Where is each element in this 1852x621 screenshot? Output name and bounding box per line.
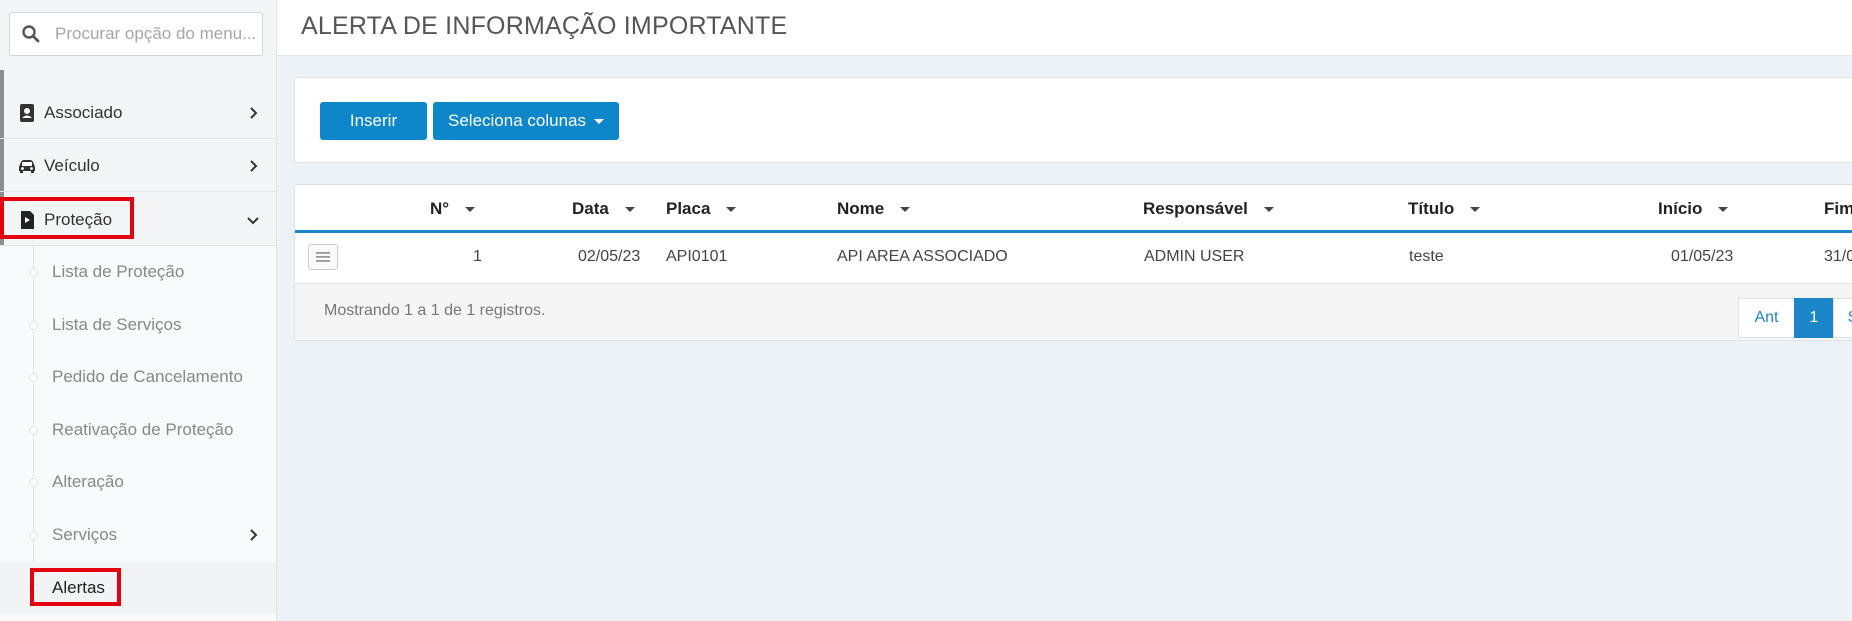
column-header-label: Nome <box>837 199 885 218</box>
tree-dot <box>29 425 38 435</box>
sidebar-item-label: Veículo <box>44 155 100 175</box>
toolbar-panel: Inserir Seleciona colunas <box>294 77 1852 163</box>
cell-nome: API AREA ASSOCIADO <box>837 248 1008 265</box>
caret-down-icon <box>593 118 604 124</box>
tree-dot <box>29 477 38 487</box>
sidebar-item-veiculo[interactable]: Veículo <box>0 140 276 192</box>
car-icon <box>19 159 35 173</box>
pagination-next[interactable]: S <box>1833 298 1852 338</box>
column-header-label: Responsável <box>1143 199 1248 218</box>
caret-down-icon <box>465 206 476 212</box>
column-header-label: Data <box>572 199 609 218</box>
chevron-down-icon <box>247 216 259 224</box>
column-header-nome[interactable]: Nome <box>837 199 911 219</box>
tree-dot <box>29 267 38 277</box>
submenu-item-lista-servicos[interactable]: Lista de Serviços <box>0 299 276 351</box>
cell-fim: 31/0 <box>1824 248 1852 265</box>
caret-down-icon <box>1263 206 1274 212</box>
submenu-item-label: Pedido de Cancelamento <box>52 367 243 386</box>
column-header-responsavel[interactable]: Responsável <box>1143 199 1274 219</box>
sidebar-item-label: Proteção <box>44 209 113 229</box>
column-header-label: Placa <box>666 199 711 218</box>
column-header-data[interactable]: Data <box>572 199 635 219</box>
search-icon <box>22 25 40 43</box>
submenu-item-label: Lista de Serviços <box>52 315 182 334</box>
search-input[interactable] <box>53 23 257 45</box>
insert-button[interactable]: Inserir <box>320 102 427 140</box>
column-header-titulo[interactable]: Título <box>1408 199 1481 219</box>
pagination-prev[interactable]: Ant <box>1738 298 1795 338</box>
pagination-page-1[interactable]: 1 <box>1794 298 1834 338</box>
sidebar-item-label: Associado <box>44 102 123 122</box>
table-panel: N° Data Placa Nome Responsável Título In… <box>294 184 1852 341</box>
cell-responsavel: ADMIN USER <box>1144 248 1245 265</box>
sidebar-item-protecao[interactable]: Proteção <box>0 194 276 246</box>
menu-search[interactable] <box>9 12 263 56</box>
cell-titulo: teste <box>1409 248 1444 265</box>
table-info: Mostrando 1 a 1 de 1 registros. <box>324 302 546 319</box>
table-header: N° Data Placa Nome Responsável Título In… <box>295 185 1852 233</box>
select-columns-label: Seleciona colunas <box>448 111 586 130</box>
table-row[interactable]: 1 02/05/23 API0101 API AREA ASSOCIADO AD… <box>295 233 1852 284</box>
tree-dot <box>29 583 38 593</box>
tree-dot <box>29 320 38 330</box>
tree-dot <box>29 530 38 540</box>
tree-dot <box>29 372 38 382</box>
sidebar: Associado Veículo Proteção <box>0 0 277 621</box>
caret-down-icon <box>624 206 635 212</box>
column-header-label: Título <box>1408 199 1455 218</box>
submenu-item-label: Alteração <box>52 472 124 491</box>
submenu-item-label: Lista de Proteção <box>52 262 185 281</box>
submenu-item-label: Reativação de Proteção <box>52 420 234 439</box>
submenu-item-reativacao-protecao[interactable]: Reativação de Proteção <box>0 404 276 456</box>
submenu-protecao: Lista de Proteção Lista de Serviços Pedi… <box>0 246 276 621</box>
column-header-numero[interactable]: N° <box>430 199 476 219</box>
table-footer: Mostrando 1 a 1 de 1 registros. Ant 1 S <box>295 284 1852 340</box>
page-header: ALERTA DE INFORMAÇÃO IMPORTANTE <box>277 0 1852 56</box>
column-header-label: N° <box>430 199 450 218</box>
chevron-right-icon <box>250 159 258 172</box>
column-header-fim[interactable]: Fim <box>1824 199 1852 219</box>
column-header-label: Fim <box>1824 199 1852 218</box>
caret-down-icon <box>1470 206 1481 212</box>
page-title: ALERTA DE INFORMAÇÃO IMPORTANTE <box>301 12 788 40</box>
row-actions-button[interactable] <box>308 244 338 270</box>
column-header-placa[interactable]: Placa <box>666 199 737 219</box>
sidebar-item-associado[interactable]: Associado <box>0 87 276 139</box>
id-card-icon <box>20 103 34 122</box>
submenu-item-label: Alertas <box>52 578 105 597</box>
submenu-item-alertas[interactable]: Alertas <box>0 562 276 614</box>
document-icon <box>21 210 34 229</box>
submenu-item-servicos[interactable]: Serviços <box>0 509 276 561</box>
cell-placa: API0101 <box>666 248 728 265</box>
column-header-inicio[interactable]: Início <box>1658 199 1729 219</box>
submenu-item-alteracao[interactable]: Alteração <box>0 456 276 508</box>
submenu-item-lista-protecao[interactable]: Lista de Proteção <box>0 246 276 298</box>
submenu-item-pedido-cancelamento[interactable]: Pedido de Cancelamento <box>0 351 276 403</box>
caret-down-icon <box>726 206 737 212</box>
column-header-label: Início <box>1658 199 1703 218</box>
chevron-right-icon <box>250 106 258 119</box>
submenu-item-label: Serviços <box>52 525 118 544</box>
cell-numero: 1 <box>473 248 482 265</box>
caret-down-icon <box>900 206 911 212</box>
cell-inicio: 01/05/23 <box>1671 248 1734 265</box>
cell-data: 02/05/23 <box>578 248 641 265</box>
caret-down-icon <box>1718 206 1729 212</box>
select-columns-button[interactable]: Seleciona colunas <box>433 102 619 140</box>
chevron-right-icon <box>250 529 258 541</box>
hamburger-icon <box>316 252 330 262</box>
